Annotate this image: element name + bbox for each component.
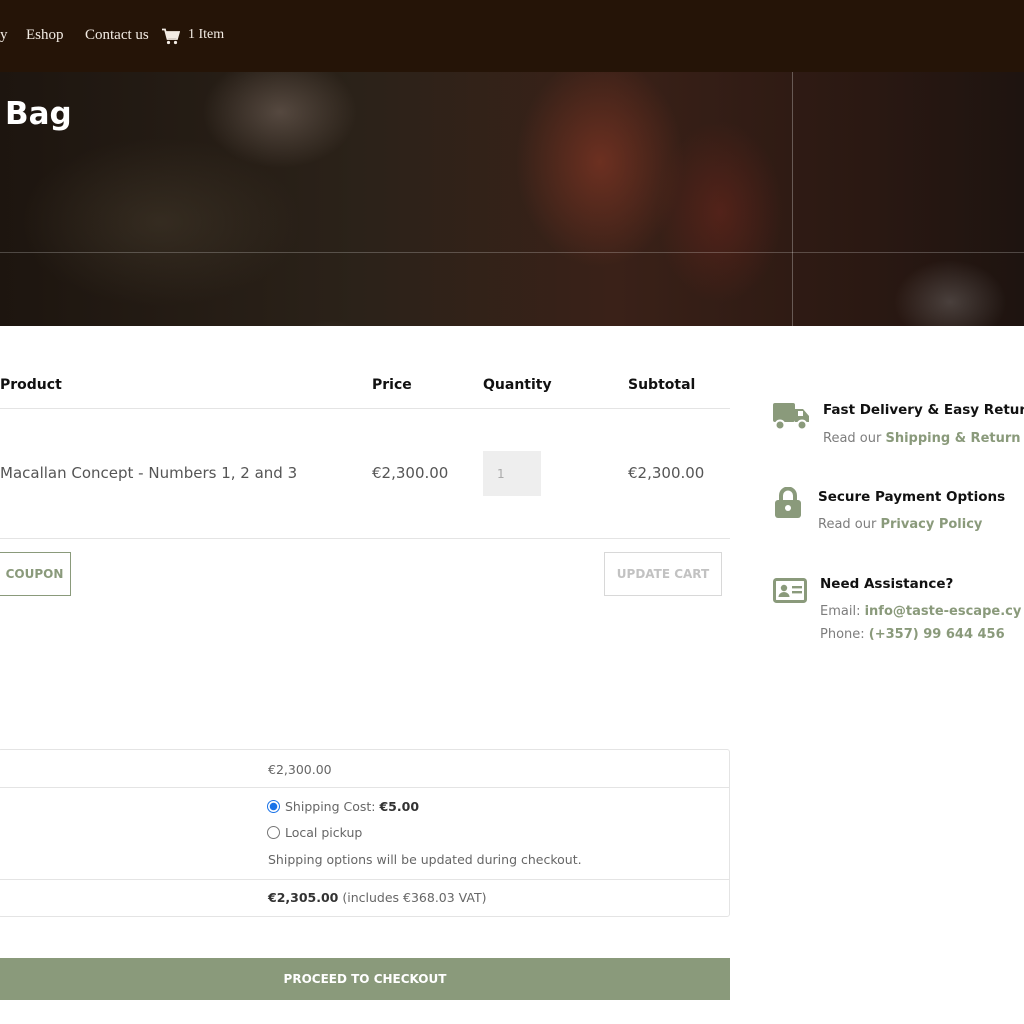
email-prefix: Email: (820, 604, 865, 619)
hero-divider-vertical (792, 72, 793, 326)
col-header-subtotal: Subtotal (628, 377, 696, 393)
col-header-quantity: Quantity (483, 377, 552, 393)
totals-divider (0, 879, 729, 880)
delivery-text-prefix: Read our (823, 431, 886, 446)
id-card-icon (773, 578, 807, 603)
phone-link[interactable]: (+357) 99 644 456 (869, 627, 1005, 642)
apply-coupon-button[interactable]: COUPON (0, 552, 71, 596)
update-cart-button[interactable]: UPDATE CART (604, 552, 722, 596)
payment-text: Read our Privacy Policy (818, 517, 982, 532)
cart-count[interactable]: 1 Item (188, 27, 224, 43)
shipping-policy-link[interactable]: Shipping & Return P (885, 431, 1024, 446)
hero-divider-horizontal (0, 252, 1024, 253)
privacy-policy-link[interactable]: Privacy Policy (880, 517, 982, 532)
table-divider (0, 538, 730, 539)
local-pickup-radio[interactable] (267, 826, 280, 839)
shipping-cost-value: €5.00 (379, 799, 420, 814)
assistance-title: Need Assistance? (820, 576, 954, 592)
quantity-input[interactable] (483, 451, 541, 496)
phone-prefix: Phone: (820, 627, 869, 642)
total-tax-note: (includes €368.03 VAT) (338, 890, 487, 905)
local-pickup-label[interactable]: Local pickup (285, 825, 362, 840)
assistance-email: Email: info@taste-escape.cy (820, 604, 1021, 619)
lock-icon (775, 487, 801, 518)
totals-subtotal-value: €2,300.00 (268, 762, 332, 777)
nav-item-partial[interactable]: y (0, 27, 8, 44)
col-header-price: Price (372, 377, 412, 393)
totals-total: €2,305.00 (includes €368.03 VAT) (268, 890, 487, 905)
truck-icon (773, 403, 809, 431)
totals-divider (0, 787, 729, 788)
product-subtotal: €2,300.00 (628, 464, 705, 482)
cart-icon[interactable] (162, 28, 180, 45)
delivery-text: Read our Shipping & Return P (823, 431, 1024, 446)
hero-banner: Bag (0, 72, 1024, 326)
cart-totals-table: €2,300.00 Shipping Cost: €5.00 Local pic… (0, 749, 730, 917)
payment-title: Secure Payment Options (818, 489, 1006, 505)
proceed-to-checkout-button[interactable]: PROCEED TO CHECKOUT (0, 958, 730, 1000)
delivery-title: Fast Delivery & Easy Returns (823, 402, 1024, 418)
col-header-product: Product (0, 377, 62, 393)
nav-item-contact[interactable]: Contact us (85, 27, 149, 44)
top-navigation: y Eshop Contact us 1 Item (0, 0, 1024, 72)
assistance-phone: Phone: (+357) 99 644 456 (820, 627, 1005, 642)
total-value: €2,305.00 (268, 890, 339, 905)
product-price: €2,300.00 (372, 464, 449, 482)
shipping-cost-radio[interactable] (267, 800, 280, 813)
email-link[interactable]: info@taste-escape.cy (865, 604, 1022, 619)
shipping-cost-label: Shipping Cost: (285, 799, 380, 814)
shipping-note: Shipping options will be updated during … (268, 852, 582, 867)
nav-item-eshop[interactable]: Eshop (26, 27, 64, 44)
payment-text-prefix: Read our (818, 517, 881, 532)
page-title: Bag (5, 96, 72, 132)
product-name[interactable]: Macallan Concept - Numbers 1, 2 and 3 (0, 464, 297, 482)
shipping-cost-option[interactable]: Shipping Cost: €5.00 (285, 799, 419, 814)
table-divider (0, 408, 730, 409)
